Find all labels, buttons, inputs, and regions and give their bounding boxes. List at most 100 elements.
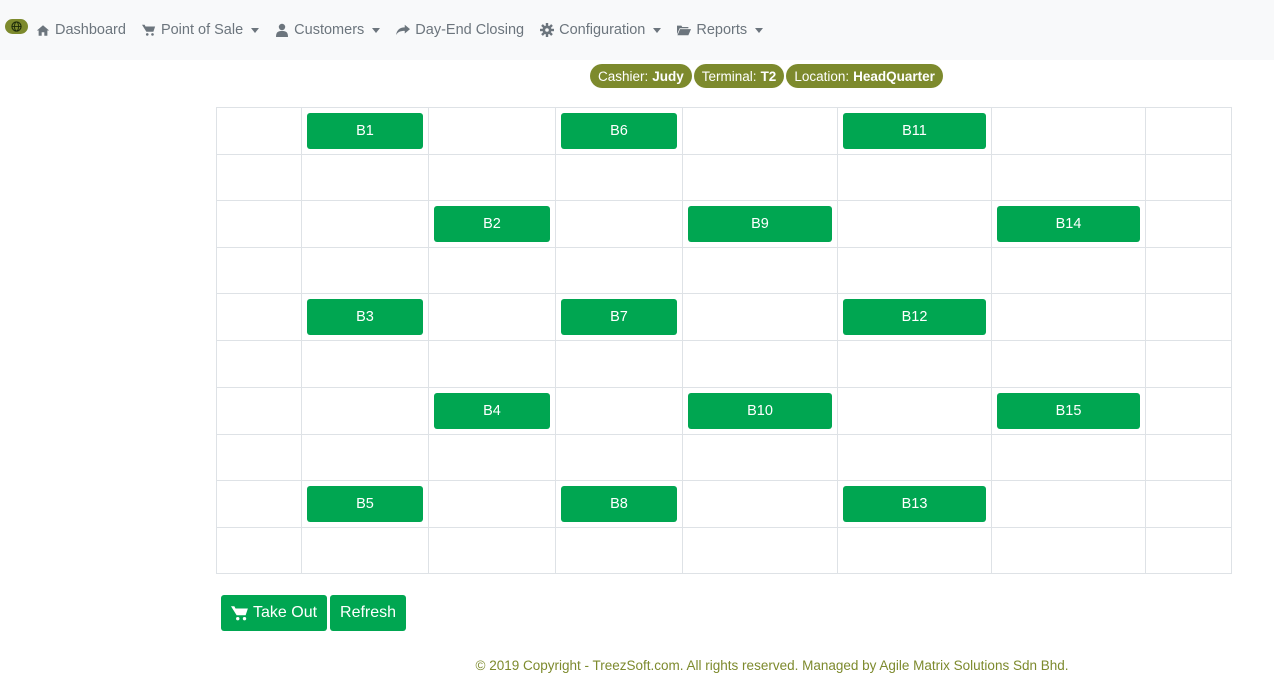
nav-day-end-closing[interactable]: Day-End Closing xyxy=(396,22,524,38)
table-button-b10[interactable]: B10 xyxy=(688,392,832,429)
top-navbar: Dashboard Point of Sale Customers Day-En… xyxy=(0,0,1274,60)
grid-cell: B7 xyxy=(555,293,683,342)
grid-cell xyxy=(216,247,302,295)
home-icon xyxy=(36,23,50,37)
grid-row: B4 B10 B15 xyxy=(216,386,1232,435)
terminal-badge: Terminal: T2 xyxy=(693,64,785,88)
user-icon xyxy=(275,23,289,37)
share-icon xyxy=(396,23,411,37)
grid-cell xyxy=(555,247,683,295)
grid-cell xyxy=(1145,247,1232,295)
grid-cell xyxy=(428,526,556,575)
grid-cell xyxy=(682,247,838,295)
nav-reports-label: Reports xyxy=(696,22,748,38)
grid-row xyxy=(216,526,1232,575)
grid-cell xyxy=(428,154,556,202)
grid-cell xyxy=(837,526,992,575)
grid-cell xyxy=(991,526,1146,575)
grid-row xyxy=(216,247,1232,295)
grid-cell xyxy=(555,154,683,202)
grid-row: B5 B8 B13 xyxy=(216,479,1232,528)
grid-cell xyxy=(837,386,992,435)
cart-icon xyxy=(141,23,156,37)
cashier-label: Cashier: xyxy=(598,68,649,84)
grid-cell xyxy=(428,247,556,295)
table-button-b4[interactable]: B4 xyxy=(434,392,550,429)
grid-cell xyxy=(301,433,429,481)
table-button-b12[interactable]: B12 xyxy=(843,299,986,336)
grid-cell: B2 xyxy=(428,200,556,249)
table-button-b8[interactable]: B8 xyxy=(561,485,677,522)
table-button-b9[interactable]: B9 xyxy=(688,206,832,243)
table-button-b11[interactable]: B11 xyxy=(843,113,986,149)
grid-cell xyxy=(837,154,992,202)
nav-customers[interactable]: Customers xyxy=(275,22,381,38)
chevron-down-icon xyxy=(653,27,662,33)
folder-open-icon xyxy=(677,23,692,37)
grid-cell xyxy=(991,247,1146,295)
cart-icon xyxy=(231,605,249,621)
grid-cell: B11 xyxy=(837,106,992,156)
grid-cell xyxy=(216,386,302,435)
take-out-button[interactable]: Take Out xyxy=(221,595,328,631)
grid-cell xyxy=(682,433,838,481)
grid-cell xyxy=(991,340,1146,388)
grid-cell xyxy=(216,479,302,528)
main-nav: Dashboard Point of Sale Customers Day-En… xyxy=(36,0,779,60)
table-button-b14[interactable]: B14 xyxy=(997,206,1140,243)
grid-cell: B5 xyxy=(301,479,429,528)
grid-cell xyxy=(1145,479,1232,528)
grid-cell xyxy=(991,433,1146,481)
table-button-b2[interactable]: B2 xyxy=(434,206,550,243)
nav-point-of-sale-label: Point of Sale xyxy=(160,22,244,38)
grid-cell xyxy=(682,293,838,342)
grid-cell xyxy=(301,340,429,388)
table-button-b15[interactable]: B15 xyxy=(997,392,1140,429)
grid-cell xyxy=(555,386,683,435)
grid-row: B2 B9 B14 xyxy=(216,200,1232,249)
terminal-label: Terminal: xyxy=(701,68,757,84)
grid-cell xyxy=(682,106,838,156)
table-layout-grid: B1 B6 B11 B2 B9 B14 B3 B7 B12 B4 B10 B15… xyxy=(216,106,1232,575)
grid-cell xyxy=(428,479,556,528)
nav-reports[interactable]: Reports xyxy=(677,22,764,38)
grid-cell xyxy=(837,433,992,481)
table-button-b7[interactable]: B7 xyxy=(561,299,677,336)
grid-cell xyxy=(1145,200,1232,249)
table-button-b3[interactable]: B3 xyxy=(307,299,423,336)
grid-cell xyxy=(991,479,1146,528)
location-badge: Location: HeadQuarter xyxy=(786,64,943,88)
grid-cell xyxy=(1145,293,1232,342)
grid-cell xyxy=(301,154,429,202)
nav-dashboard-label: Dashboard xyxy=(55,22,126,38)
grid-cell xyxy=(216,526,302,575)
grid-cell xyxy=(1145,106,1232,156)
nav-point-of-sale[interactable]: Point of Sale xyxy=(141,22,260,38)
grid-cell xyxy=(301,247,429,295)
grid-cell: B10 xyxy=(682,386,838,435)
grid-cell: B12 xyxy=(837,293,992,342)
location-value: HeadQuarter xyxy=(853,68,935,84)
table-button-b1[interactable]: B1 xyxy=(307,113,423,149)
grid-cell xyxy=(682,340,838,388)
nav-dashboard[interactable]: Dashboard xyxy=(36,22,126,38)
table-button-b13[interactable]: B13 xyxy=(843,485,986,522)
brand-globe-icon[interactable] xyxy=(5,19,28,34)
nav-day-end-closing-label: Day-End Closing xyxy=(415,22,525,38)
nav-configuration[interactable]: Configuration xyxy=(540,22,662,38)
grid-cell xyxy=(555,526,683,575)
grid-cell xyxy=(428,433,556,481)
session-info: Cashier: Judy Terminal: T2 Location: HeadQu… xyxy=(590,64,945,88)
grid-cell xyxy=(1145,154,1232,202)
grid-cell xyxy=(991,154,1146,202)
table-button-b6[interactable]: B6 xyxy=(561,113,677,149)
grid-cell xyxy=(1145,340,1232,388)
grid-cell: B15 xyxy=(991,386,1146,435)
nav-customers-label: Customers xyxy=(294,22,365,38)
grid-row xyxy=(216,154,1232,202)
refresh-button[interactable]: Refresh xyxy=(330,595,407,631)
grid-cell: B8 xyxy=(555,479,683,528)
grid-cell xyxy=(301,200,429,249)
grid-cell xyxy=(216,154,302,202)
table-button-b5[interactable]: B5 xyxy=(307,485,423,522)
